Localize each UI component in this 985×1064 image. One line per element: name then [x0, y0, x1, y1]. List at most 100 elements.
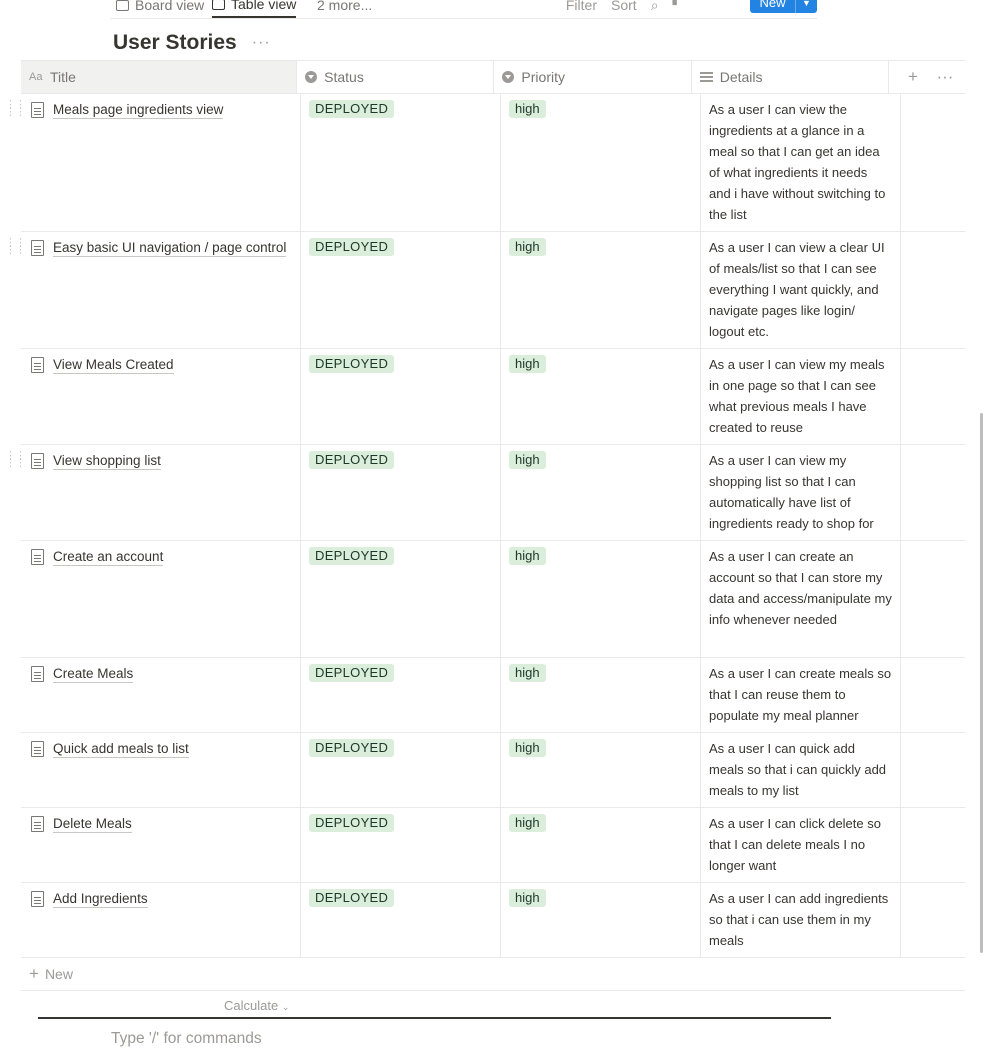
column-name: Status	[324, 69, 364, 85]
title-cell[interactable]: Easy basic UI navigation / page control	[21, 232, 301, 348]
add-new-row-button[interactable]: + New	[21, 958, 965, 991]
drag-handle-icon[interactable]: ⋮⋮ ⋮⋮	[5, 100, 26, 118]
status-cell[interactable]: DEPLOYED	[301, 232, 501, 348]
title-cell[interactable]: Create Meals	[21, 658, 301, 732]
details-cell[interactable]: As a user I can view my shopping list so…	[701, 445, 901, 540]
priority-cell[interactable]: high	[501, 232, 701, 348]
drag-handle-icon[interactable]: ⋮⋮ ⋮⋮	[5, 451, 26, 469]
table-row[interactable]: Create an account DEPLOYED high As a user I…	[21, 541, 965, 658]
details-cell[interactable]: As a user I can click delete so that I c…	[701, 808, 901, 882]
sort-button[interactable]: Sort	[611, 0, 637, 13]
scrollbar-thumb[interactable]	[980, 413, 983, 953]
title-cell[interactable]: Delete Meals	[21, 808, 301, 882]
details-cell[interactable]: As a user I can view my meals in one pag…	[701, 349, 901, 444]
row-title[interactable]: Easy basic UI navigation / page control	[53, 239, 287, 257]
new-button-label: New	[759, 0, 786, 10]
status-cell[interactable]: DEPLOYED	[301, 94, 501, 231]
table-row[interactable]: ⋮⋮ ⋮⋮ View shopping list DEPLOYED high As a u…	[5, 445, 965, 541]
priority-cell[interactable]: high	[501, 541, 701, 657]
add-property-icon[interactable]: +	[897, 67, 929, 87]
page-title[interactable]: User Stories	[113, 31, 237, 55]
priority-cell[interactable]: high	[501, 658, 701, 732]
details-cell[interactable]: As a user I can view the ingredients at …	[701, 94, 901, 231]
new-entry-button[interactable]: New ▼	[750, 0, 817, 13]
priority-cell[interactable]: high	[501, 94, 701, 231]
row-title[interactable]: Quick add meals to list	[53, 740, 189, 758]
empty-cell[interactable]	[901, 445, 965, 540]
scrollbar[interactable]	[979, 0, 985, 1064]
tab-table-view[interactable]: Table view	[212, 0, 297, 18]
details-cell[interactable]: As a user I can add ingredients so that …	[701, 883, 901, 957]
column-name: Priority	[521, 69, 565, 85]
details-cell[interactable]: As a user I can view a clear UI of meals…	[701, 232, 901, 348]
table-row[interactable]: Quick add meals to list DEPLOYED high As a …	[21, 733, 965, 808]
database-table: Aa Title Status Priority Details + ··· ⋮…	[5, 60, 965, 991]
table-row[interactable]: Delete Meals DEPLOYED high As a user I can …	[21, 808, 965, 883]
filter-button[interactable]: Filter	[566, 0, 597, 13]
table-row[interactable]: ⋮⋮ ⋮⋮ Meals page ingredients view DEPLOYED h…	[5, 94, 965, 232]
title-cell[interactable]: Quick add meals to list	[21, 733, 301, 807]
page-icon	[31, 102, 44, 118]
text-property-icon: Aa	[29, 71, 43, 83]
row-title[interactable]: Add Ingredients	[53, 890, 148, 908]
title-cell[interactable]: View shopping list	[21, 445, 301, 540]
table-row[interactable]: Add Ingredients DEPLOYED high As a user I c…	[21, 883, 965, 958]
empty-cell[interactable]	[901, 541, 965, 657]
status-cell[interactable]: DEPLOYED	[301, 541, 501, 657]
details-cell[interactable]: As a user I can create meals so that I c…	[701, 658, 901, 732]
editor-placeholder[interactable]: Type '/' for commands	[111, 1030, 262, 1048]
row-title[interactable]: Meals page ingredients view	[53, 101, 224, 119]
more-icon[interactable]: ···	[929, 67, 961, 87]
title-cell[interactable]: View Meals Created	[21, 349, 301, 444]
status-cell[interactable]: DEPLOYED	[301, 883, 501, 957]
table-row[interactable]: ⋮⋮ ⋮⋮ Easy basic UI navigation / page cont…	[5, 232, 965, 349]
status-cell[interactable]: DEPLOYED	[301, 808, 501, 882]
title-cell[interactable]: Meals page ingredients view	[21, 94, 301, 231]
row-title[interactable]: View Meals Created	[53, 356, 174, 374]
priority-badge: high	[509, 100, 546, 118]
search-icon[interactable]: ⌕	[651, 0, 659, 14]
column-name: Title	[50, 69, 76, 85]
status-cell[interactable]: DEPLOYED	[301, 349, 501, 444]
row-title[interactable]: Create Meals	[53, 665, 134, 683]
table-icon	[212, 0, 225, 10]
priority-cell[interactable]: high	[501, 349, 701, 444]
title-cell[interactable]: Add Ingredients	[21, 883, 301, 957]
more-views-link[interactable]: 2 more...	[317, 0, 372, 18]
row-title[interactable]: View shopping list	[53, 452, 161, 470]
tab-board-view[interactable]: Board view	[116, 0, 204, 18]
column-header-status[interactable]: Status	[297, 61, 495, 93]
table-row[interactable]: View Meals Created DEPLOYED high As a user …	[21, 349, 965, 445]
drag-handle-icon[interactable]: ⋮⋮ ⋮⋮	[5, 238, 26, 256]
priority-cell[interactable]: high	[501, 808, 701, 882]
details-cell[interactable]: As a user I can quick add meals so that …	[701, 733, 901, 807]
empty-cell[interactable]	[901, 658, 965, 732]
calculate-dropdown[interactable]: Calculate ⌄	[224, 998, 289, 1013]
tab-label: Table view	[231, 0, 297, 12]
status-cell[interactable]: DEPLOYED	[301, 658, 501, 732]
priority-cell[interactable]: high	[501, 733, 701, 807]
more-options-icon[interactable]: ···	[252, 34, 271, 52]
empty-cell[interactable]	[901, 808, 965, 882]
expand-icon[interactable]: ▘	[673, 0, 681, 12]
column-header-priority[interactable]: Priority	[494, 61, 692, 93]
status-cell[interactable]: DEPLOYED	[301, 445, 501, 540]
status-cell[interactable]: DEPLOYED	[301, 733, 501, 807]
plus-icon: +	[29, 964, 39, 983]
empty-cell[interactable]	[901, 94, 965, 231]
empty-cell[interactable]	[901, 232, 965, 348]
priority-cell[interactable]: high	[501, 445, 701, 540]
empty-cell[interactable]	[901, 349, 965, 444]
empty-cell[interactable]	[901, 733, 965, 807]
table-row[interactable]: Create Meals DEPLOYED high As a user I can …	[21, 658, 965, 733]
title-cell[interactable]: Create an account	[21, 541, 301, 657]
column-header-title[interactable]: Aa Title	[21, 61, 298, 93]
details-cell[interactable]: As a user I can create an account so tha…	[701, 541, 901, 657]
row-title[interactable]: Create an account	[53, 548, 164, 566]
column-header-details[interactable]: Details	[692, 61, 889, 93]
row-title[interactable]: Delete Meals	[53, 815, 132, 833]
chevron-down-icon[interactable]: ▼	[795, 0, 817, 13]
priority-badge: high	[509, 451, 546, 469]
priority-cell[interactable]: high	[501, 883, 701, 957]
empty-cell[interactable]	[901, 883, 965, 957]
